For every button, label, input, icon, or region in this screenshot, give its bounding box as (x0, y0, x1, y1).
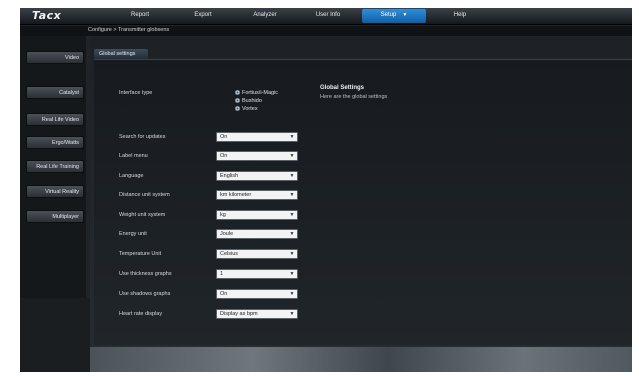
global-settings-title: Global Settings (320, 85, 365, 91)
distance-unit-label: Distance unit system (119, 192, 170, 198)
menu-help[interactable]: Help (435, 12, 485, 18)
top-menu-bar: Tacx Report Export Analyzer User Info Se… (20, 8, 632, 25)
app-logo: Tacx (32, 9, 62, 22)
main-panel: Global settings Interface type Fortius/i… (90, 37, 632, 347)
chevron-down-icon: ▼ (289, 271, 295, 277)
radio-bushido[interactable]: Bushido (235, 98, 262, 104)
search-updates-select[interactable]: On ▼ (216, 132, 298, 142)
energy-unit-label: Energy unit (119, 231, 147, 237)
shadows-graphs-label: Use shadows graphs (119, 291, 171, 297)
chevron-down-icon: ▼ (289, 192, 295, 198)
label-menu-select[interactable]: On ▼ (216, 151, 298, 161)
tab-global-settings[interactable]: Global settings (94, 49, 148, 59)
language-label: Language (119, 173, 144, 179)
chevron-down-icon: ▼ (289, 311, 295, 317)
thickness-graphs-select[interactable]: 1 ▼ (216, 269, 298, 279)
breadcrumb: Configure > Transmitter globsens (88, 27, 170, 33)
radio-icon (235, 106, 240, 112)
sidebar-item-real-life-training[interactable]: Real Life Training (26, 160, 84, 173)
menu-user-info[interactable]: User Info (303, 12, 353, 18)
radio-fortius[interactable]: Fortius/i-Magic (235, 90, 278, 96)
weight-unit-label: Weight unit system (119, 212, 166, 218)
chevron-down-icon: ▼ (289, 291, 295, 297)
radio-selected-icon (235, 90, 240, 96)
heart-rate-display-select[interactable]: Display as bpm ▼ (216, 309, 298, 319)
chevron-down-icon: ▼ (289, 173, 295, 179)
heart-rate-display-label: Heart rate display (119, 311, 163, 317)
language-select[interactable]: English ▼ (216, 171, 298, 181)
sidebar-item-ergo-watts[interactable]: Ergo/Watts (26, 136, 84, 149)
shadows-graphs-select[interactable]: On ▼ (216, 289, 298, 299)
chevron-down-icon: ▼ (289, 153, 295, 159)
sidebar-item-virtual-reality[interactable]: Virtual Reality (26, 185, 84, 198)
chevron-down-icon: ▼ (289, 251, 295, 257)
menu-analyzer[interactable]: Analyzer (240, 12, 290, 18)
app-window: Tacx Report Export Analyzer User Info Se… (20, 8, 632, 372)
settings-content (94, 59, 632, 345)
radio-vortex[interactable]: Vortex (235, 106, 258, 112)
chevron-down-icon: ▼ (289, 212, 295, 218)
distance-unit-select[interactable]: km kilometer ▼ (216, 190, 298, 200)
temperature-unit-select[interactable]: Celsius ▼ (216, 249, 298, 259)
sidebar-item-real-life-video[interactable]: Real Life Video (26, 113, 84, 126)
label-menu-label: Label menu (119, 153, 148, 159)
thickness-graphs-label: Use thickness graphs (119, 271, 172, 277)
sidebar-item-catalyst[interactable]: Catalyst (26, 86, 84, 99)
menu-report[interactable]: Report (115, 12, 165, 18)
breadcrumb-bar: Configure > Transmitter globsens (20, 26, 632, 36)
temperature-unit-label: Temperature Unit (119, 251, 162, 257)
sidebar-item-video[interactable]: Video (26, 51, 84, 64)
weight-unit-select[interactable]: kg ▼ (216, 210, 298, 220)
interface-type-label: Interface type (119, 90, 153, 96)
radio-icon (235, 98, 240, 104)
sidebar-item-multiplayer[interactable]: Multiplayer (26, 210, 84, 223)
sidebar-footer (20, 298, 90, 372)
menu-export[interactable]: Export (178, 12, 228, 18)
chevron-down-icon: ▼ (289, 231, 295, 237)
global-settings-description: Here are the global settings (320, 94, 388, 100)
energy-unit-select[interactable]: Joule ▼ (216, 229, 298, 239)
chevron-down-icon: ▼ (402, 12, 408, 18)
search-updates-label: Search for updates (119, 134, 166, 140)
chevron-down-icon: ▼ (289, 134, 295, 140)
background-scenery-strip (90, 347, 632, 372)
menu-setup[interactable]: Setup ▼ (362, 9, 426, 23)
